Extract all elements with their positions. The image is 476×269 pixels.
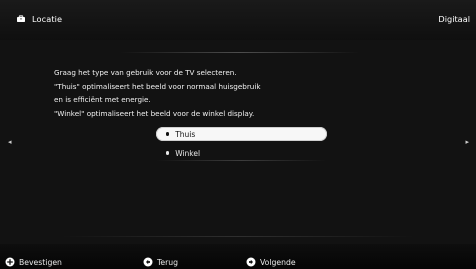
top-bar: Locatie Digitaal — [0, 0, 476, 40]
source-label: Digitaal — [438, 14, 470, 24]
option-divider — [156, 160, 327, 161]
panel-divider-bottom — [60, 236, 416, 237]
option-winkel[interactable]: Winkel — [156, 146, 327, 160]
hint-next-label: Volgende — [260, 257, 296, 267]
hint-back[interactable]: Terug — [143, 257, 178, 267]
bullet-icon — [166, 132, 170, 136]
bullet-icon — [166, 151, 170, 155]
panel-divider-top — [120, 52, 360, 53]
option-label: Winkel — [175, 148, 201, 158]
bottom-bar — [0, 244, 476, 269]
tv-setup-screen: Locatie Digitaal Graag het type van gebr… — [0, 0, 476, 269]
hint-confirm-label: Bevestigen — [19, 257, 62, 267]
description-text: Graag het type van gebruik voor de TV se… — [54, 66, 374, 120]
page-title-group: Locatie — [16, 14, 62, 24]
next-arrow-circle-icon — [246, 257, 256, 267]
page-title: Locatie — [32, 14, 63, 24]
hint-next[interactable]: Volgende — [246, 257, 296, 267]
plus-circle-icon — [5, 257, 15, 267]
option-label: Thuis — [175, 129, 196, 139]
right-arrow-icon[interactable]: ▸ — [465, 138, 469, 146]
usage-options: Thuis Winkel — [156, 127, 327, 160]
hint-confirm[interactable]: Bevestigen — [5, 257, 62, 267]
briefcase-icon — [16, 15, 26, 23]
left-arrow-icon[interactable]: ◂ — [8, 138, 12, 146]
back-arrow-circle-icon — [143, 257, 153, 267]
description-line-2: "Thuis" optimaliseert het beeld voor nor… — [54, 81, 261, 91]
hint-back-label: Terug — [157, 257, 179, 267]
description-line-1: Graag het type van gebruik voor de TV se… — [54, 68, 237, 77]
option-thuis[interactable]: Thuis — [156, 127, 327, 141]
description-line-3: en is efficiënt met energie. — [54, 95, 151, 105]
description-line-4: "Winkel" optimaliseert het beeld voor de… — [54, 108, 255, 118]
